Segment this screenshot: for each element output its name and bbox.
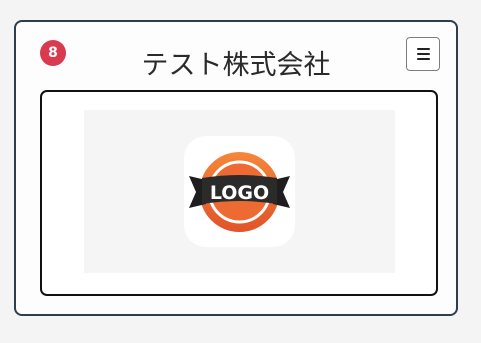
logo-text: LOGO [210,182,269,204]
menu-button[interactable] [406,37,440,71]
page-title: テスト株式会社 [141,50,331,81]
logo-frame: LOGO [40,90,438,296]
hamburger-menu-icon-bar [416,58,430,60]
hamburger-menu-icon [416,48,430,50]
logo-image-area: LOGO [84,110,395,273]
logo-app-icon: LOGO [184,136,295,247]
hamburger-menu-icon-bar [416,53,430,55]
company-card: 8 テスト株式会社 LOGO [14,20,458,316]
logo-graphic: LOGO [189,152,290,232]
